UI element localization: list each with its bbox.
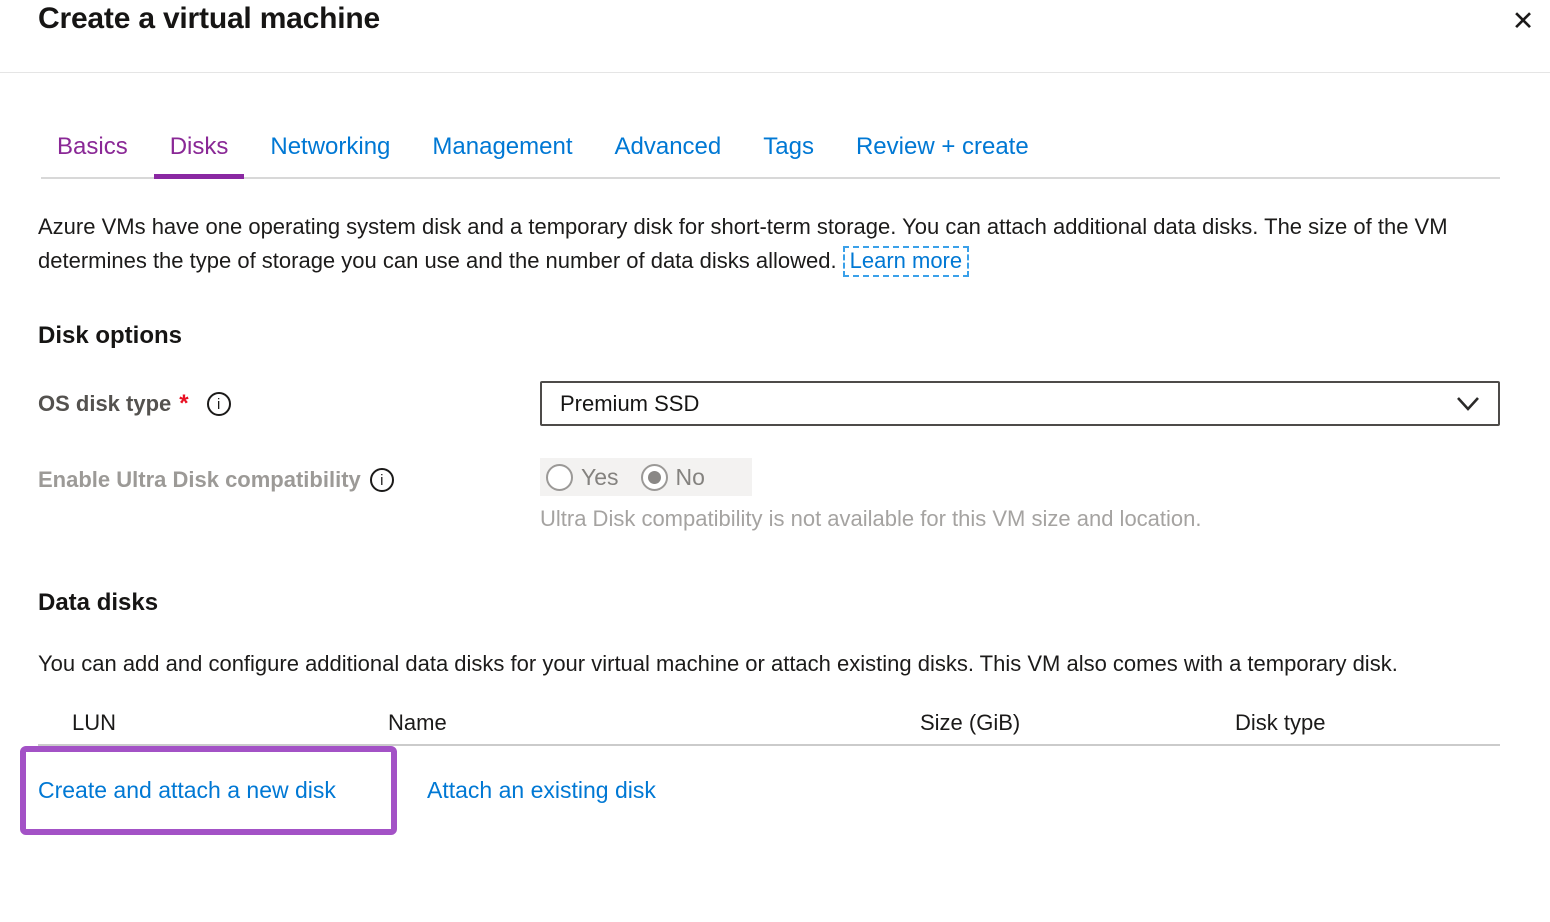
ultra-disk-helper-text: Ultra Disk compatibility is not availabl… (540, 506, 1500, 532)
close-icon[interactable]: ✕ (1506, 4, 1540, 38)
os-disk-type-label: OS disk type (38, 391, 171, 417)
column-header-lun: LUN (38, 710, 388, 736)
wizard-tabs: Basics Disks Networking Management Advan… (41, 133, 1500, 179)
intro-text: Azure VMs have one operating system disk… (38, 210, 1490, 278)
data-disks-table: LUN Name Size (GiB) Disk type Create and… (38, 702, 1500, 851)
data-disks-description: You can add and configure additional dat… (38, 647, 1478, 681)
disk-options-heading: Disk options (38, 322, 1500, 350)
radio-icon-selected (641, 464, 668, 491)
table-header-row: LUN Name Size (GiB) Disk type (38, 702, 1500, 746)
learn-more-link[interactable]: Learn more (843, 246, 970, 277)
ultra-disk-row: Enable Ultra Disk compatibility i Yes No… (38, 458, 1500, 532)
ultra-disk-field: Yes No Ultra Disk compatibility is not a… (540, 458, 1500, 532)
column-header-name: Name (388, 710, 920, 736)
radio-label: Yes (581, 464, 619, 491)
column-header-disk-type: Disk type (1235, 710, 1500, 736)
intro-body: Azure VMs have one operating system disk… (38, 214, 1448, 273)
dialog-body: Basics Disks Networking Management Advan… (0, 133, 1550, 851)
tab-review-create[interactable]: Review + create (840, 133, 1045, 177)
os-disk-type-dropdown[interactable]: Premium SSD (540, 381, 1500, 426)
os-disk-type-field: Premium SSD (540, 381, 1500, 426)
tab-advanced[interactable]: Advanced (599, 133, 738, 177)
radio-icon (546, 464, 573, 491)
radio-option-no[interactable]: No (641, 464, 705, 491)
ultra-disk-radio-group: Yes No (540, 458, 752, 496)
info-icon[interactable]: i (370, 468, 394, 492)
ultra-disk-label-group: Enable Ultra Disk compatibility i (38, 458, 540, 493)
attach-existing-disk-link[interactable]: Attach an existing disk (427, 777, 656, 804)
info-icon[interactable]: i (207, 392, 231, 416)
chevron-down-icon (1456, 396, 1480, 412)
radio-dot (648, 471, 661, 484)
create-and-attach-new-disk-link[interactable]: Create and attach a new disk (38, 777, 336, 804)
os-disk-type-value: Premium SSD (560, 391, 1456, 417)
data-disks-heading: Data disks (38, 589, 1500, 617)
page-title: Create a virtual machine (38, 2, 380, 36)
dialog-header: Create a virtual machine ✕ (0, 0, 1550, 73)
column-header-size: Size (GiB) (920, 710, 1235, 736)
required-marker: * (179, 390, 188, 418)
tab-management[interactable]: Management (416, 133, 588, 177)
table-actions-row: Create and attach a new disk Attach an e… (38, 746, 1500, 851)
tab-networking[interactable]: Networking (254, 133, 406, 177)
tab-disks[interactable]: Disks (154, 133, 245, 177)
ultra-disk-label: Enable Ultra Disk compatibility (38, 467, 361, 493)
os-disk-type-label-group: OS disk type * i (38, 381, 540, 418)
radio-label: No (676, 464, 705, 491)
radio-option-yes[interactable]: Yes (546, 464, 619, 491)
os-disk-type-row: OS disk type * i Premium SSD (38, 381, 1500, 426)
tab-basics[interactable]: Basics (41, 133, 144, 177)
tab-tags[interactable]: Tags (747, 133, 830, 177)
